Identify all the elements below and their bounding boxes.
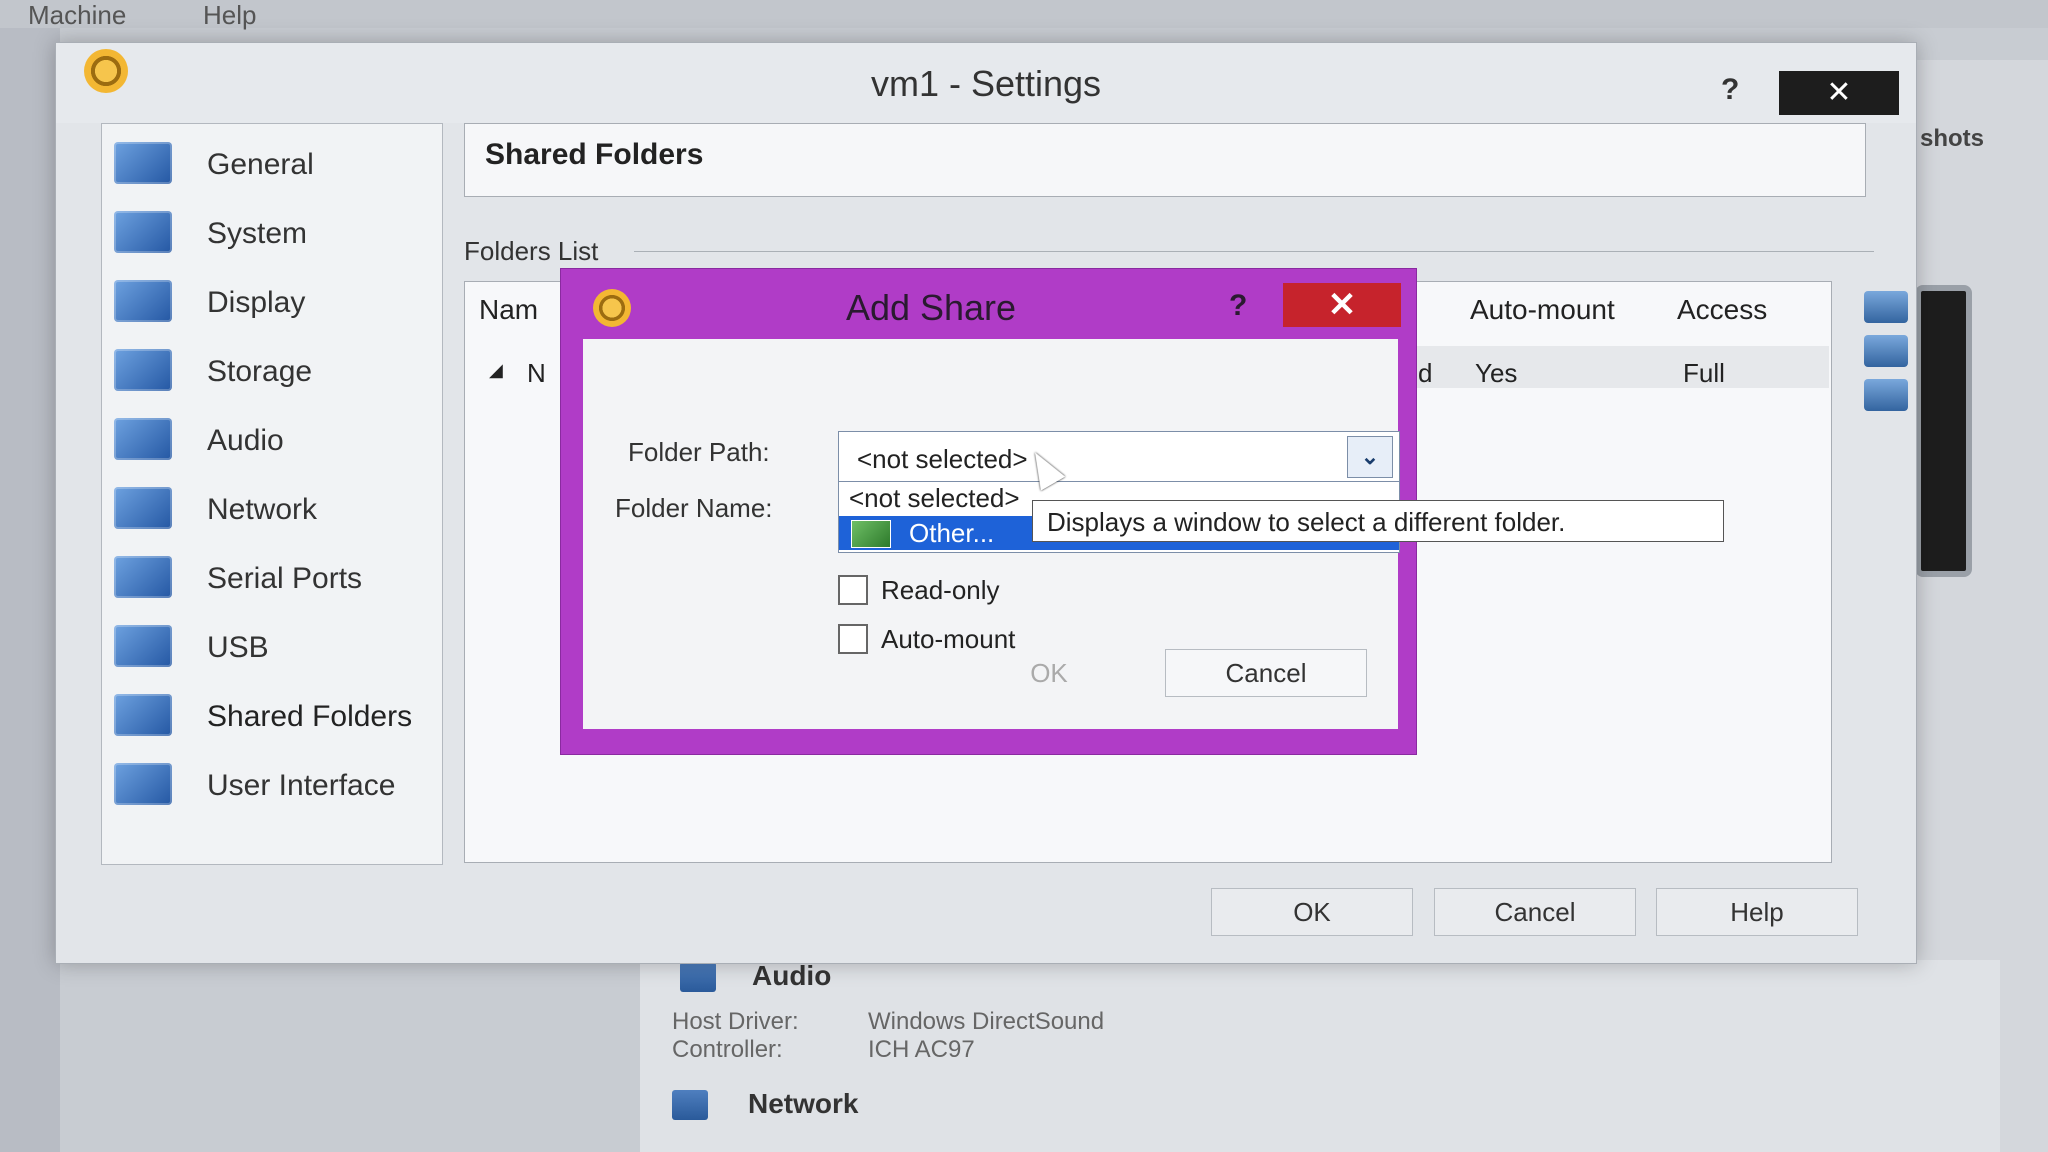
section-divider	[634, 251, 1874, 252]
edit-folder-icon[interactable]	[1864, 335, 1908, 367]
column-header-auto-mount[interactable]: Auto-mount	[1470, 294, 1615, 326]
folder-path-label: Folder Path:	[628, 437, 770, 467]
ok-button[interactable]: OK	[1211, 888, 1413, 936]
settings-sidebar: General System Display Storage Audio Net…	[101, 123, 443, 865]
sidebar-item-shared-folders[interactable]: Shared Folders	[102, 686, 442, 746]
remove-folder-icon[interactable]	[1864, 379, 1908, 411]
audio-icon	[114, 418, 172, 460]
vm-preview-thumbnail	[1915, 285, 1972, 577]
background-toolbar-strip	[0, 28, 60, 1152]
dialog-ok-button[interactable]: OK	[953, 649, 1145, 697]
sidebar-item-serial-ports[interactable]: Serial Ports	[102, 548, 442, 608]
folder-path-combobox[interactable]: <not selected> ⌄	[838, 431, 1400, 483]
dialog-cancel-button[interactable]: Cancel	[1165, 649, 1367, 697]
expand-arrow-icon[interactable]: ◢	[489, 360, 503, 381]
sidebar-item-audio[interactable]: Audio	[102, 410, 442, 470]
storage-icon	[114, 349, 172, 391]
tooltip: Displays a window to select a different …	[1032, 500, 1724, 542]
host-driver-value: Windows DirectSound	[868, 1008, 1105, 1035]
read-only-checkbox[interactable]	[838, 575, 868, 605]
chevron-down-icon[interactable]: ⌄	[1347, 436, 1393, 478]
column-header-name[interactable]: Nam	[479, 294, 538, 326]
audio-details-heading: Audio	[752, 960, 832, 991]
settings-titlebar: vm1 - Settings ? ✕	[56, 43, 1916, 123]
read-only-label: Read-only	[881, 575, 1000, 605]
general-icon	[114, 142, 172, 184]
close-button[interactable]: ✕	[1779, 71, 1899, 115]
dialog-help-button[interactable]: ?	[1229, 289, 1247, 323]
sidebar-item-network[interactable]: Network	[102, 479, 442, 539]
display-icon	[114, 280, 172, 322]
sidebar-item-usb[interactable]: USB	[102, 617, 442, 677]
folder-name-label: Folder Name:	[615, 493, 773, 523]
snapshots-tab-label[interactable]: shots	[1920, 125, 1984, 153]
audio-details-icon	[680, 962, 716, 992]
sidebar-item-general[interactable]: General	[102, 134, 442, 194]
usb-icon	[114, 625, 172, 667]
add-folder-icon[interactable]	[1864, 291, 1908, 323]
table-cell-auto-mount: Yes	[1475, 358, 1518, 388]
controller-label: Controller:	[672, 1036, 783, 1063]
table-cell-access: Full	[1683, 358, 1725, 388]
column-header-access[interactable]: Access	[1677, 294, 1767, 326]
dropdown-option-other-label: Other...	[909, 518, 995, 548]
host-driver-label: Host Driver:	[672, 1008, 799, 1035]
menu-machine[interactable]: Machine	[28, 0, 126, 31]
cancel-button[interactable]: Cancel	[1434, 888, 1636, 936]
sidebar-item-storage[interactable]: Storage	[102, 341, 442, 401]
folder-path-value: <not selected>	[857, 444, 1028, 474]
help-button-bottom[interactable]: Help	[1656, 888, 1858, 936]
dialog-close-button[interactable]: ✕	[1283, 283, 1401, 327]
dialog-title: Add Share	[845, 287, 1017, 328]
table-cell-name-fragment: N	[527, 358, 546, 388]
system-icon	[114, 211, 172, 253]
network-details-icon	[672, 1090, 708, 1120]
network-details-heading: Network	[748, 1088, 859, 1119]
settings-title: vm1 - Settings	[870, 63, 1102, 104]
table-cell-fragment: d	[1418, 358, 1433, 388]
shared-folders-icon	[114, 694, 172, 736]
serial-ports-icon	[114, 556, 172, 598]
folders-list-label: Folders List	[464, 236, 599, 266]
auto-mount-checkbox[interactable]	[838, 624, 868, 654]
user-interface-icon	[114, 763, 172, 805]
controller-value: ICH AC97	[868, 1036, 975, 1063]
sidebar-item-system[interactable]: System	[102, 203, 442, 263]
page-heading-box: Shared Folders	[464, 123, 1866, 197]
network-icon	[114, 487, 172, 529]
sidebar-item-display[interactable]: Display	[102, 272, 442, 332]
page-title: Shared Folders	[485, 138, 704, 171]
help-button[interactable]: ?	[1721, 73, 1739, 107]
menu-help[interactable]: Help	[203, 0, 256, 31]
sidebar-item-user-interface[interactable]: User Interface	[102, 755, 442, 815]
vm-details-panel: Audio Host Driver: Windows DirectSound C…	[640, 960, 2000, 1152]
folder-picture-icon	[851, 520, 891, 548]
background-menubar: Machine Help	[0, 0, 2048, 31]
